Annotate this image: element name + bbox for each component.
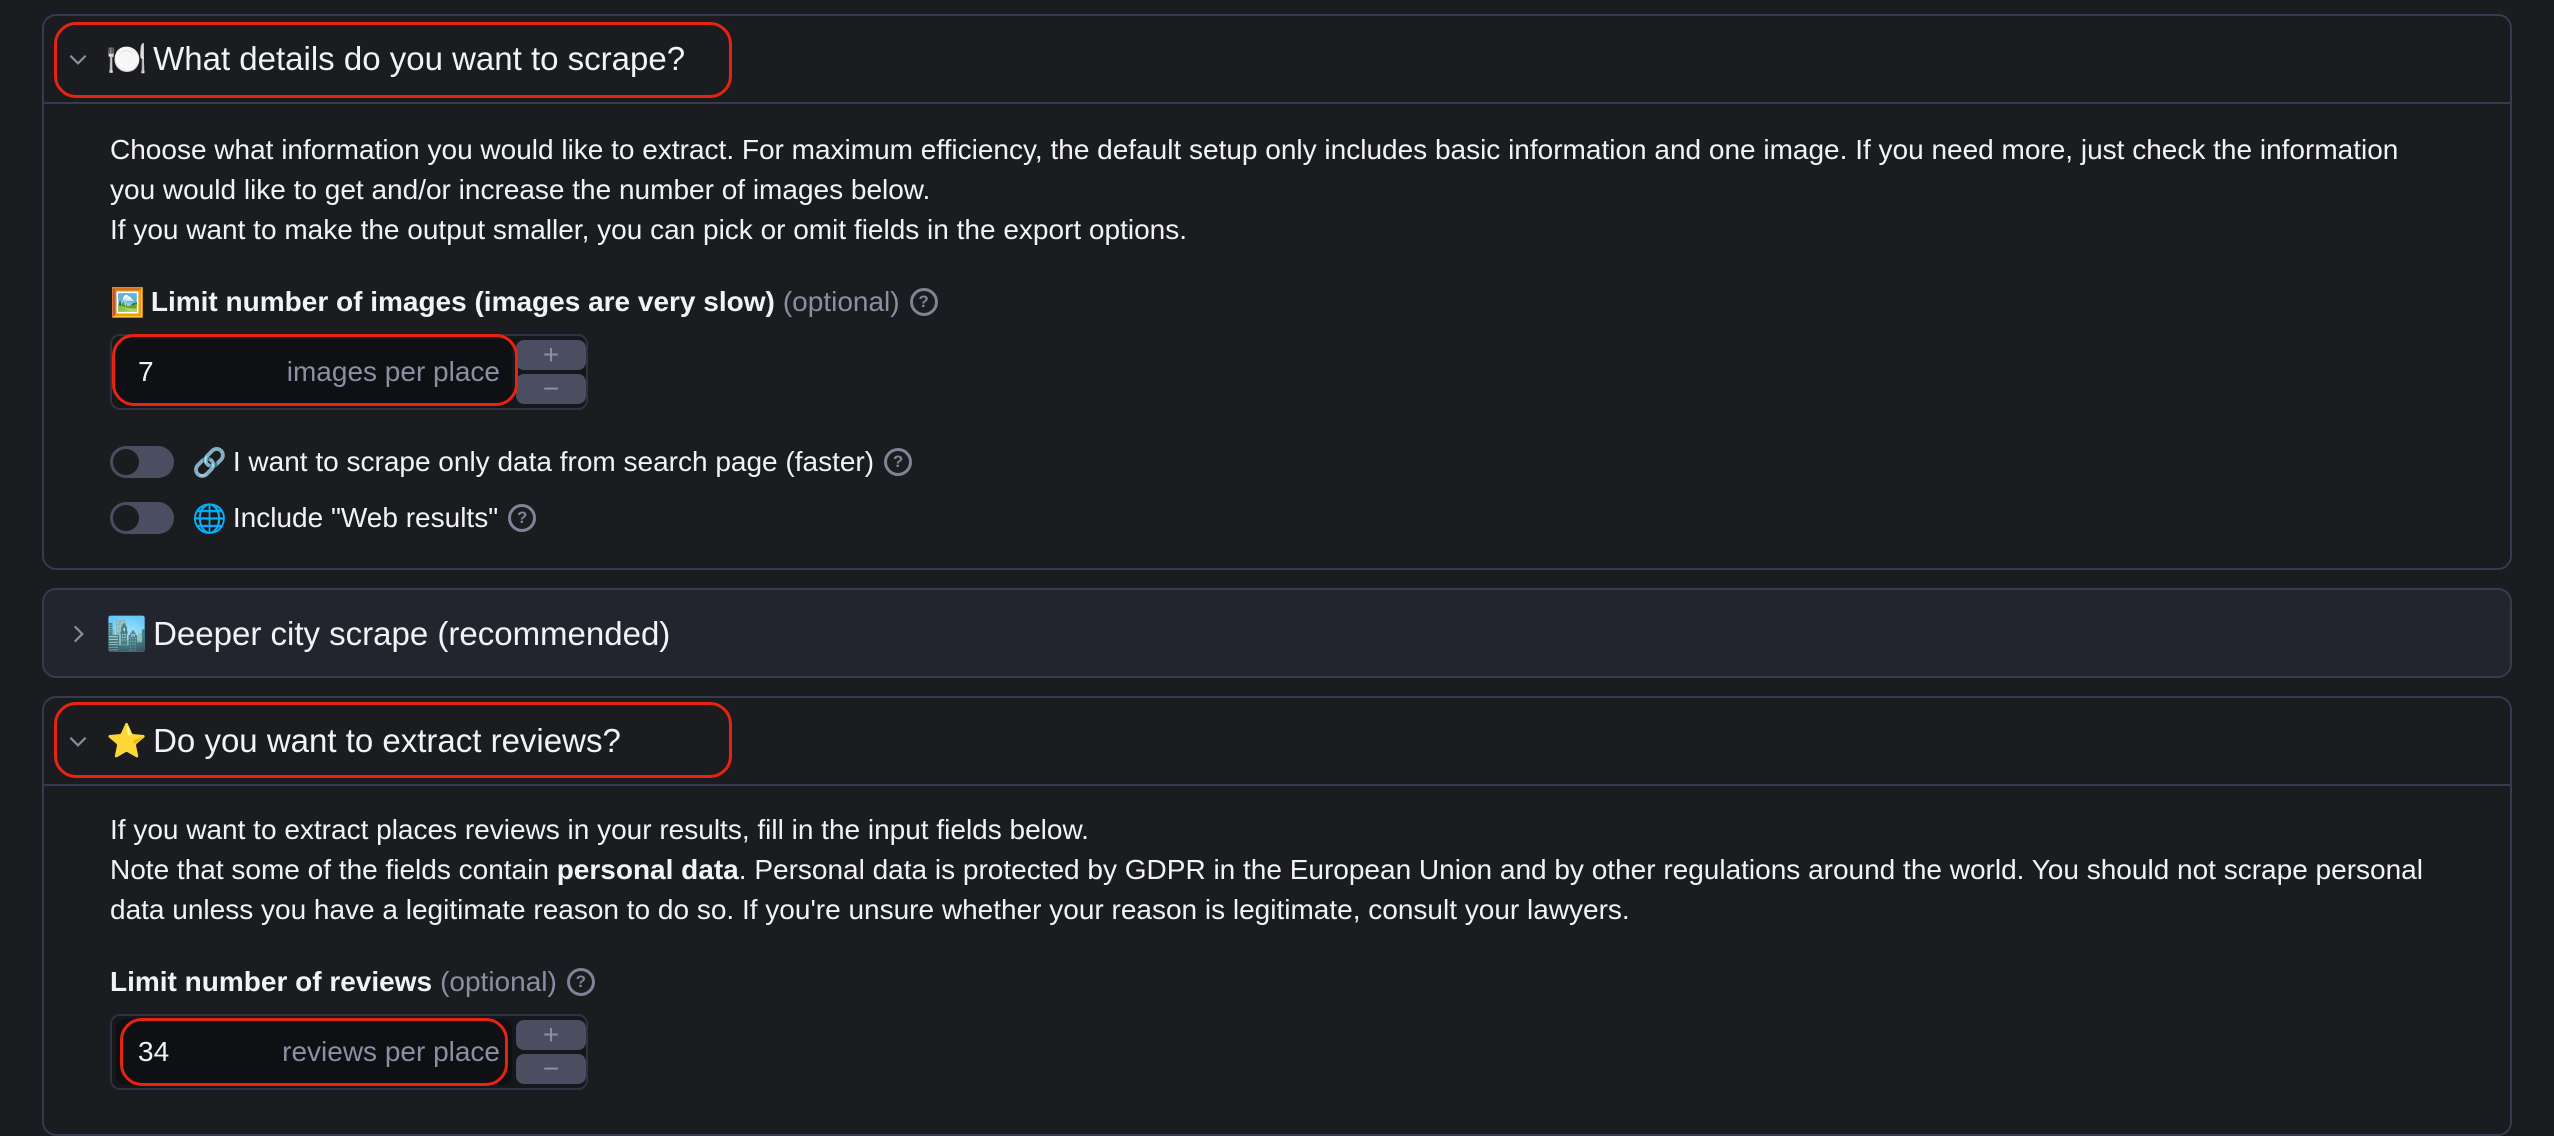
help-icon[interactable]: ?: [508, 504, 537, 532]
images-limit-value[interactable]: 7: [138, 356, 154, 388]
reviews-limit-unit: reviews per place: [282, 1036, 500, 1067]
increment-button[interactable]: +: [516, 340, 586, 370]
cityscape-icon: 🏙️: [106, 614, 148, 653]
optional-tag: (optional): [440, 966, 557, 997]
images-limit-stepper: 7 images per place + −: [110, 334, 588, 410]
search-page-only-label: I want to scrape only data from search p…: [232, 446, 875, 477]
reviews-section-header[interactable]: ⭐ Do you want to extract reviews?: [44, 698, 2510, 786]
reviews-gdpr-note: Note that some of the fields contain per…: [110, 850, 2430, 930]
images-limit-input[interactable]: 7 images per place: [116, 339, 512, 405]
star-icon: ⭐: [106, 721, 148, 760]
images-limit-label: 🖼️ Limit number of images (images are ve…: [110, 282, 2444, 322]
reviews-title-text: Do you want to extract reviews?: [153, 722, 621, 759]
globe-icon: 🌐: [192, 501, 227, 535]
help-icon[interactable]: ?: [566, 968, 595, 996]
personal-data-emphasis: personal data: [556, 854, 739, 885]
web-results-toggle-row: 🌐 Include "Web results" ?: [110, 498, 2444, 538]
reviews-limit-input[interactable]: 34 reviews per place: [116, 1019, 512, 1085]
search-page-only-toggle-row: 🔗 I want to scrape only data from search…: [110, 442, 2444, 482]
details-section: 🍽️ What details do you want to scrape? Ch…: [42, 14, 2512, 570]
city-scrape-section-title: 🏙️ Deeper city scrape (recommended): [106, 614, 670, 654]
gdpr-note-pre: Note that some of the fields contain: [110, 854, 557, 885]
reviews-limit-value[interactable]: 34: [138, 1036, 169, 1068]
details-title-text: What details do you want to scrape?: [153, 40, 686, 77]
reviews-section-title: ⭐ Do you want to extract reviews?: [106, 721, 621, 761]
decrement-button[interactable]: −: [516, 1054, 586, 1084]
reviews-limit-label: Limit number of reviews (optional) ?: [110, 962, 2444, 1002]
link-icon: 🔗: [192, 445, 227, 479]
help-icon[interactable]: ?: [909, 288, 938, 316]
web-results-toggle[interactable]: [110, 502, 174, 534]
search-page-only-toggle[interactable]: [110, 446, 174, 478]
city-title-text: Deeper city scrape (recommended): [153, 615, 671, 652]
chevron-down-icon[interactable]: [64, 45, 92, 73]
details-section-header[interactable]: 🍽️ What details do you want to scrape?: [44, 16, 2510, 104]
reviews-section: ⭐ Do you want to extract reviews? If you …: [42, 696, 2512, 1136]
decrement-button[interactable]: −: [516, 374, 586, 404]
reviews-limit-label-text: Limit number of reviews: [110, 966, 433, 997]
web-results-label: Include "Web results": [232, 502, 499, 533]
chevron-down-icon[interactable]: [64, 727, 92, 755]
framed-picture-icon: 🖼️: [110, 285, 145, 319]
details-description-export: If you want to make the output smaller, …: [110, 214, 1188, 245]
increment-button[interactable]: +: [516, 1020, 586, 1050]
images-limit-unit: images per place: [286, 356, 500, 387]
details-description: Choose what information you would like t…: [110, 134, 2399, 205]
details-section-title: 🍽️ What details do you want to scrape?: [106, 39, 685, 79]
plate-cutlery-icon: 🍽️: [106, 39, 148, 78]
city-scrape-section: 🏙️ Deeper city scrape (recommended): [42, 588, 2512, 678]
reviews-limit-stepper: 34 reviews per place + −: [110, 1014, 588, 1090]
chevron-right-icon[interactable]: [64, 620, 92, 648]
reviews-description: If you want to extract places reviews in…: [110, 814, 1089, 845]
city-scrape-section-header[interactable]: 🏙️ Deeper city scrape (recommended): [44, 590, 2510, 678]
help-icon[interactable]: ?: [884, 448, 913, 476]
images-limit-label-text: Limit number of images (images are very …: [150, 286, 775, 317]
optional-tag: (optional): [782, 286, 900, 317]
